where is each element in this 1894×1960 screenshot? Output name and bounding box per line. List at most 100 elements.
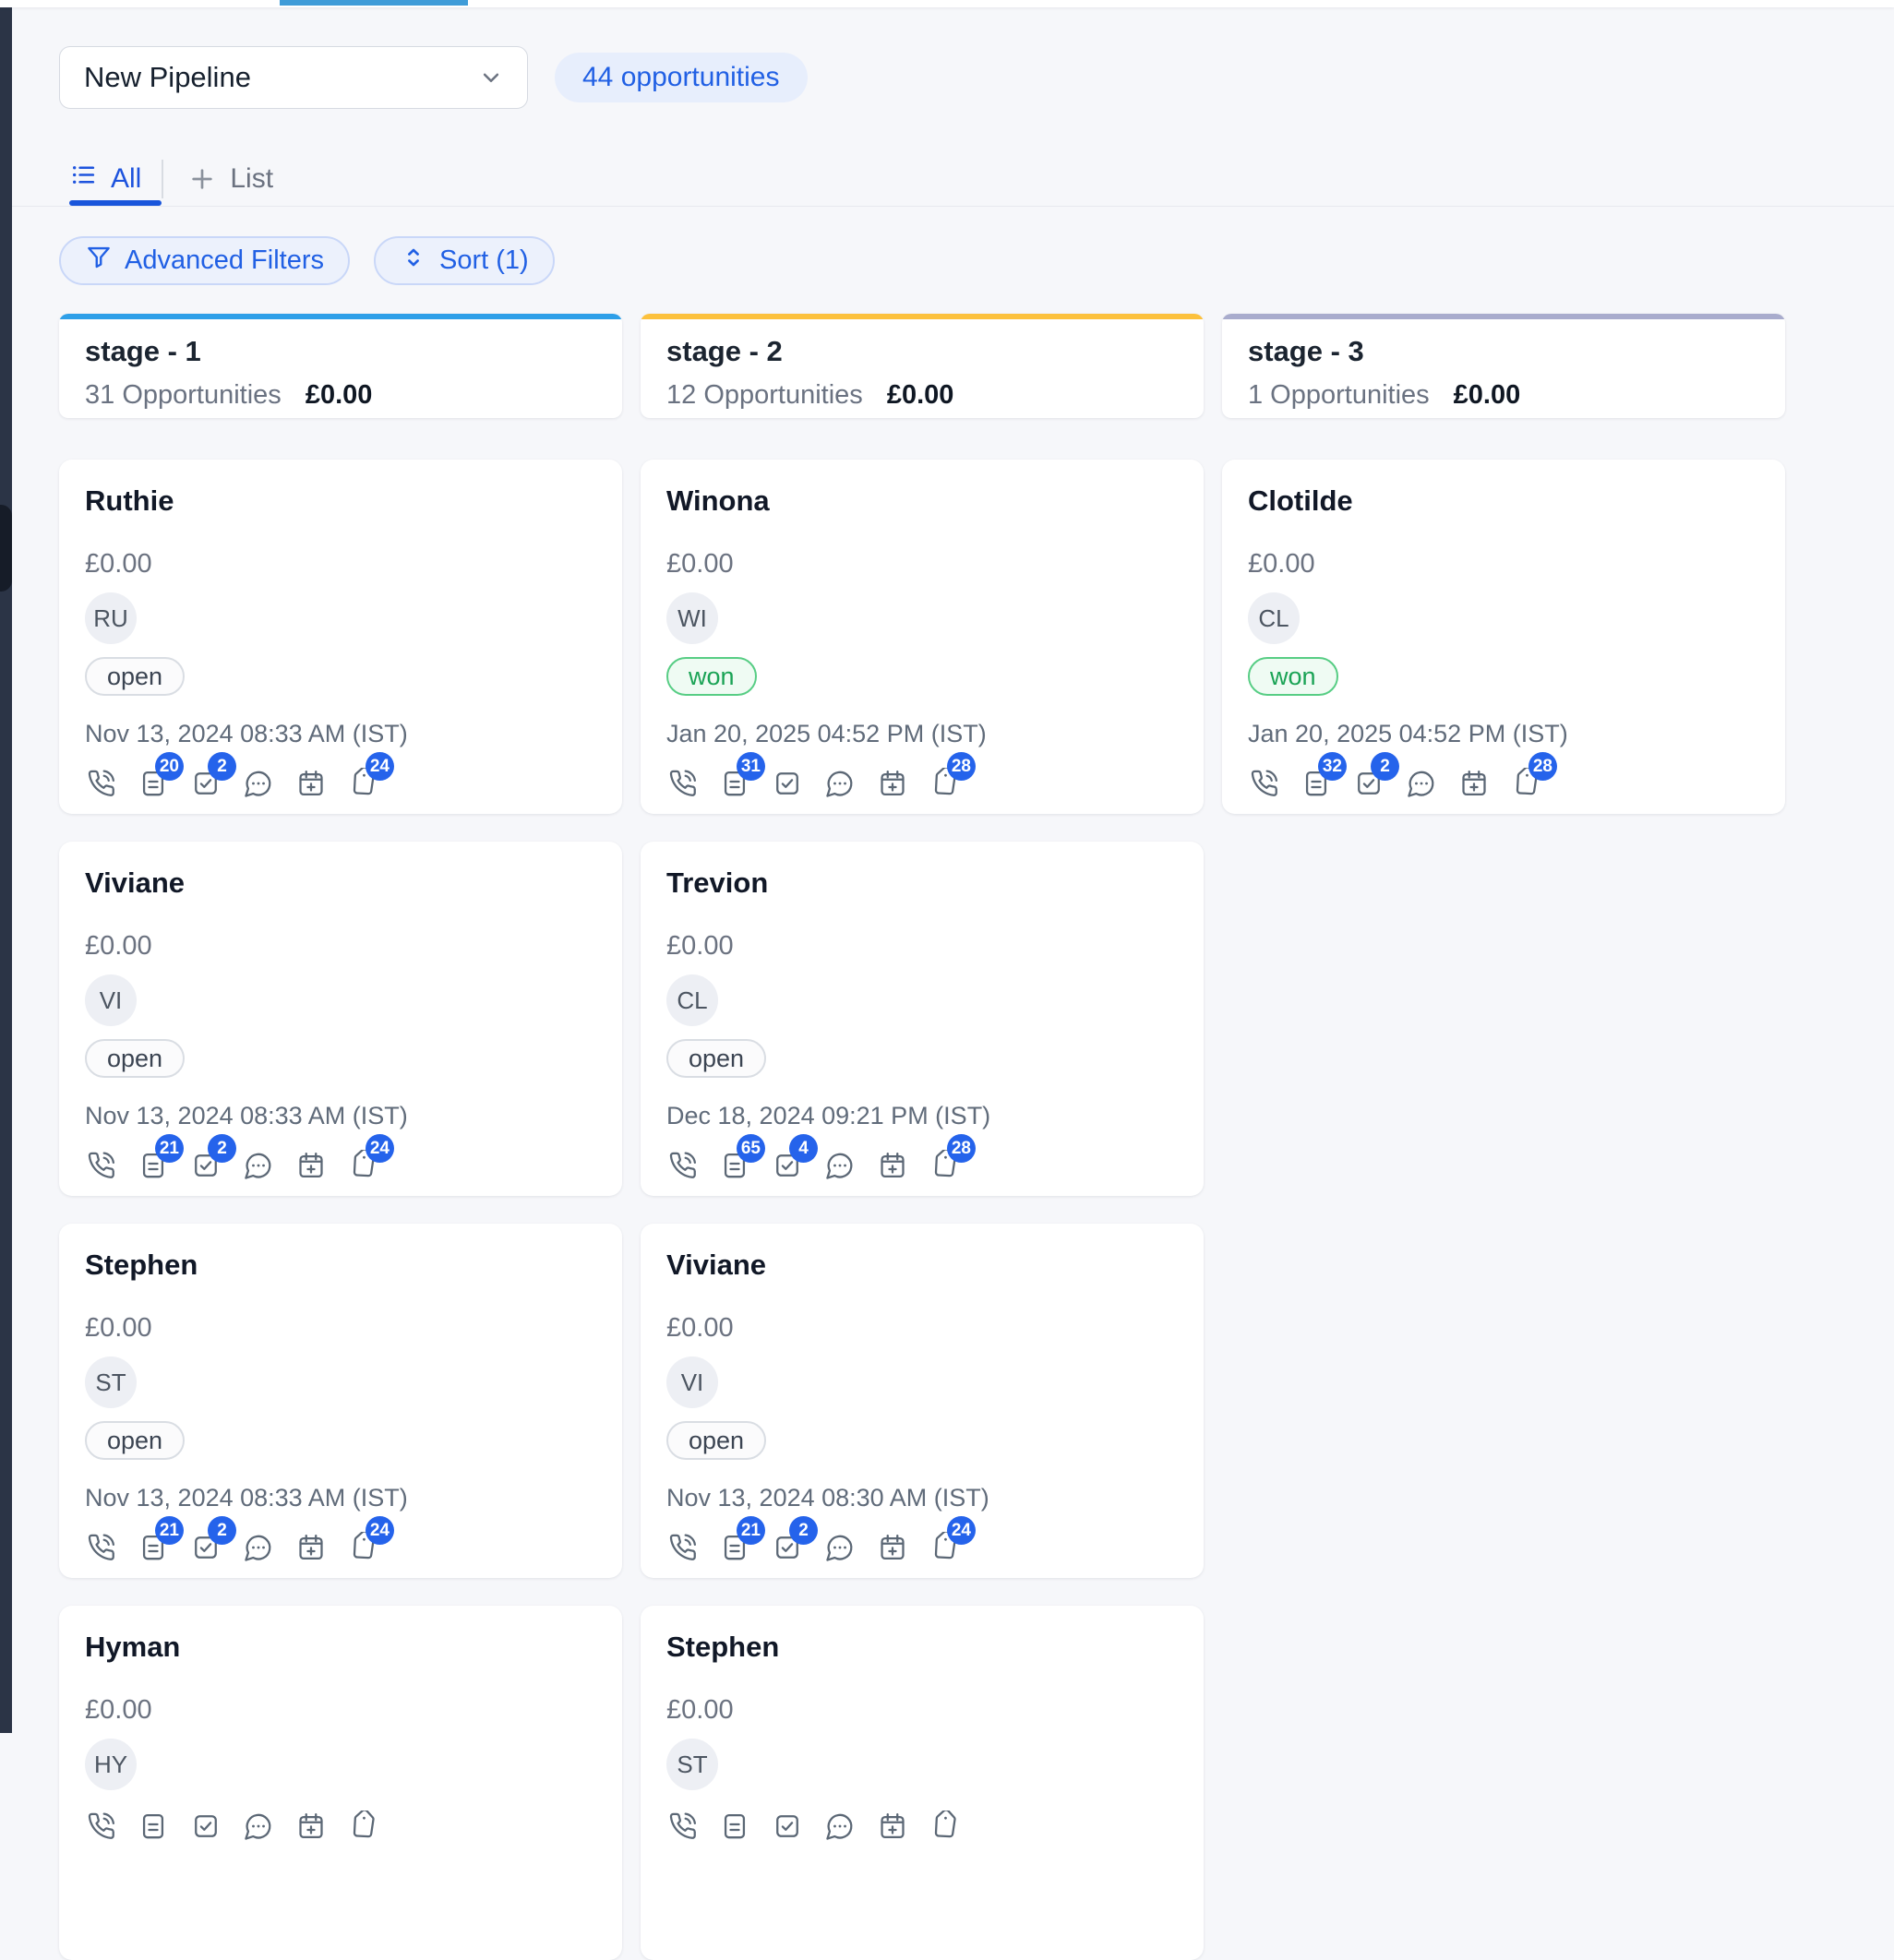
stage-column: stage - 2 12 Opportunities £0.00 Winona …	[641, 314, 1204, 1960]
status-badge: open	[666, 1039, 766, 1078]
task-count-badge: 2	[208, 1134, 236, 1163]
chat-icon[interactable]	[824, 1532, 856, 1563]
note-icon[interactable]: 65	[719, 1150, 750, 1181]
opportunity-card[interactable]: Ruthie £0.00 RU open Nov 13, 2024 08:33 …	[59, 460, 622, 814]
calendar-icon[interactable]	[295, 768, 327, 799]
phone-icon[interactable]	[666, 1811, 698, 1842]
phone-icon[interactable]	[666, 1150, 698, 1181]
task-count-badge: 2	[789, 1516, 818, 1545]
task-icon[interactable]	[772, 1811, 803, 1842]
note-count-badge: 31	[737, 752, 765, 781]
contact-avatar: WI	[666, 592, 718, 644]
chat-icon[interactable]	[1406, 768, 1437, 799]
phone-icon[interactable]	[85, 1150, 116, 1181]
stage-name: stage - 3	[1248, 335, 1759, 368]
phone-icon[interactable]	[85, 768, 116, 799]
task-icon[interactable]: 2	[772, 1532, 803, 1563]
tab-all-label: All	[111, 163, 141, 195]
note-icon[interactable]: 21	[138, 1150, 169, 1181]
stage-card-list: Winona £0.00 WI won Jan 20, 2025 04:52 P…	[641, 460, 1204, 1960]
opportunity-card[interactable]: Stephen £0.00 ST open Nov 13, 2024 08:33…	[59, 1224, 622, 1578]
contact-avatar: VI	[666, 1356, 718, 1408]
tag-icon[interactable]: 24	[348, 1532, 379, 1563]
pipeline-select[interactable]: New Pipeline	[59, 46, 528, 109]
tag-icon[interactable]	[348, 1811, 379, 1842]
opportunity-value: £0.00	[85, 932, 596, 960]
chat-icon[interactable]	[824, 1150, 856, 1181]
stage-card-list: Clotilde £0.00 CL won Jan 20, 2025 04:52…	[1222, 460, 1785, 814]
contact-avatar: HY	[85, 1739, 137, 1790]
card-action-icons: 32 2 28	[1248, 768, 1759, 799]
note-icon[interactable]: 21	[719, 1532, 750, 1563]
calendar-icon[interactable]	[877, 1150, 908, 1181]
note-icon[interactable]	[138, 1811, 169, 1842]
sort-button[interactable]: Sort (1)	[374, 236, 555, 285]
opportunity-name: Viviane	[666, 1249, 1178, 1281]
status-badge: won	[666, 657, 757, 696]
sidebar-handle[interactable]	[0, 505, 12, 592]
task-icon[interactable]	[772, 768, 803, 799]
status-badge: open	[85, 1421, 185, 1460]
calendar-icon[interactable]	[877, 768, 908, 799]
calendar-icon[interactable]	[295, 1811, 327, 1842]
task-count-badge: 4	[789, 1134, 818, 1163]
task-icon[interactable]: 2	[190, 768, 222, 799]
opportunity-card[interactable]: Stephen £0.00 ST	[641, 1606, 1204, 1960]
calendar-icon[interactable]	[295, 1532, 327, 1563]
note-icon[interactable]: 31	[719, 768, 750, 799]
opportunity-name: Hyman	[85, 1631, 596, 1663]
opportunity-value: £0.00	[666, 1314, 1178, 1342]
opportunity-date: Dec 18, 2024 09:21 PM (IST)	[666, 1102, 1178, 1129]
opportunity-card[interactable]: Winona £0.00 WI won Jan 20, 2025 04:52 P…	[641, 460, 1204, 814]
phone-icon[interactable]	[666, 1532, 698, 1563]
note-icon[interactable]	[719, 1811, 750, 1842]
tag-icon[interactable]: 28	[929, 768, 961, 799]
phone-icon[interactable]	[85, 1532, 116, 1563]
phone-icon[interactable]	[1248, 768, 1279, 799]
opportunity-value: £0.00	[1248, 550, 1759, 578]
stage-column: stage - 1 31 Opportunities £0.00 Ruthie …	[59, 314, 622, 1960]
list-icon	[69, 161, 98, 197]
tag-icon[interactable]: 24	[348, 1150, 379, 1181]
opportunity-card[interactable]: Trevion £0.00 CL open Dec 18, 2024 09:21…	[641, 842, 1204, 1196]
opportunity-name: Stephen	[85, 1249, 596, 1281]
note-icon[interactable]: 20	[138, 768, 169, 799]
chat-icon[interactable]	[824, 1811, 856, 1842]
note-icon[interactable]: 32	[1301, 768, 1332, 799]
status-badge: open	[85, 657, 185, 696]
opportunity-card[interactable]: Viviane £0.00 VI open Nov 13, 2024 08:33…	[59, 842, 622, 1196]
advanced-filters-button[interactable]: Advanced Filters	[59, 236, 350, 285]
chat-icon[interactable]	[243, 1150, 274, 1181]
note-icon[interactable]: 21	[138, 1532, 169, 1563]
task-icon[interactable]	[190, 1811, 222, 1842]
chat-icon[interactable]	[243, 1811, 274, 1842]
task-icon[interactable]: 2	[1353, 768, 1385, 799]
tag-icon[interactable]: 24	[348, 768, 379, 799]
tag-icon[interactable]: 24	[929, 1532, 961, 1563]
tag-icon[interactable]: 28	[929, 1150, 961, 1181]
chat-icon[interactable]	[824, 768, 856, 799]
opportunity-card[interactable]: Viviane £0.00 VI open Nov 13, 2024 08:30…	[641, 1224, 1204, 1578]
calendar-icon[interactable]	[877, 1532, 908, 1563]
tab-add-list[interactable]: List	[187, 163, 273, 195]
card-action-icons: 31 28	[666, 768, 1178, 799]
pipeline-select-value: New Pipeline	[84, 61, 251, 94]
calendar-icon[interactable]	[295, 1150, 327, 1181]
card-action-icons: 20 2 24	[85, 768, 596, 799]
tab-all[interactable]: All	[69, 161, 141, 197]
tag-icon[interactable]	[929, 1811, 961, 1842]
chat-icon[interactable]	[243, 768, 274, 799]
tag-icon[interactable]: 28	[1511, 768, 1542, 799]
calendar-icon[interactable]	[1458, 768, 1490, 799]
opportunity-card[interactable]: Hyman £0.00 HY	[59, 1606, 622, 1960]
contact-avatar: ST	[666, 1739, 718, 1790]
task-icon[interactable]: 2	[190, 1532, 222, 1563]
task-icon[interactable]: 2	[190, 1150, 222, 1181]
opportunity-date: Jan 20, 2025 04:52 PM (IST)	[1248, 720, 1759, 747]
opportunity-card[interactable]: Clotilde £0.00 CL won Jan 20, 2025 04:52…	[1222, 460, 1785, 814]
phone-icon[interactable]	[666, 768, 698, 799]
phone-icon[interactable]	[85, 1811, 116, 1842]
calendar-icon[interactable]	[877, 1811, 908, 1842]
chat-icon[interactable]	[243, 1532, 274, 1563]
task-icon[interactable]: 4	[772, 1150, 803, 1181]
